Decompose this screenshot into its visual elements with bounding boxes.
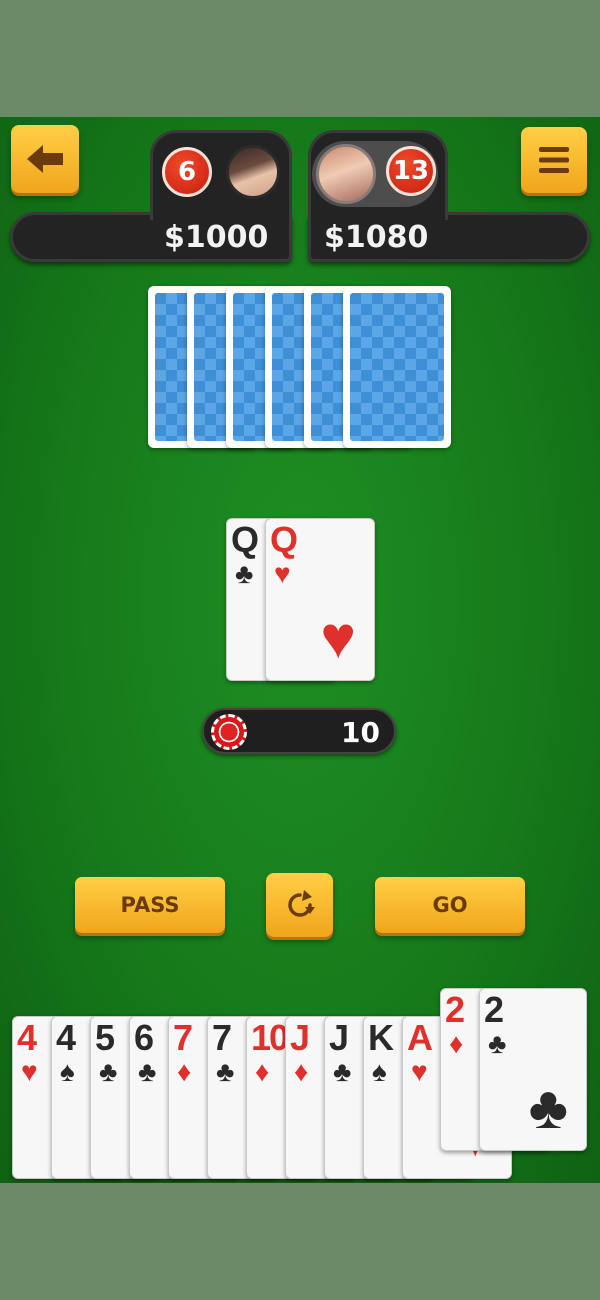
card-suit: ♦ — [177, 1056, 192, 1087]
card-suit: ♣ — [333, 1056, 352, 1087]
card-rank: 6 — [134, 1017, 154, 1058]
card-rank: 7 — [212, 1017, 232, 1058]
card-suit: ♥ — [274, 558, 291, 589]
card-suit: ♣ — [235, 558, 254, 589]
card-rank: 4 — [56, 1017, 76, 1058]
rotate-icon — [287, 890, 315, 917]
card-rank: 4 — [17, 1017, 37, 1058]
game-table: 6 $1000 13 $1080 Q ♣ Q ♥ ♥ 10 PASS GO 4 ♥ 4 ♠ 5 ♣… — [0, 117, 600, 1183]
card-suit: ♦ — [294, 1056, 309, 1087]
player-left-avatar[interactable] — [226, 145, 280, 199]
menu-button[interactable] — [521, 127, 587, 193]
chip-icon — [211, 714, 247, 750]
card-suit: ♣ — [216, 1056, 235, 1087]
pot-display: 10 — [202, 708, 396, 754]
pot-value: 10 — [341, 716, 380, 749]
sort-button[interactable] — [266, 873, 333, 937]
card-rank: Q — [270, 519, 298, 560]
hand-card-selected[interactable]: 2 ♣ ♣ — [479, 988, 587, 1151]
player-right-money: $1080 — [324, 220, 429, 255]
card-rank: J — [290, 1017, 310, 1058]
arrow-left-icon — [27, 145, 63, 173]
card-suit: ♥ — [411, 1056, 428, 1087]
card-rank: J — [329, 1017, 349, 1058]
card-suit: ♠ — [60, 1056, 75, 1087]
player-left-card-count: 6 — [162, 147, 212, 197]
card-rank: 2 — [445, 989, 465, 1030]
go-button[interactable]: GO — [375, 877, 525, 933]
card-center-suit: ♣ — [528, 1074, 568, 1141]
hamburger-icon — [539, 147, 569, 173]
player-right-avatar[interactable] — [316, 144, 376, 204]
card-rank: 2 — [484, 989, 504, 1030]
card-rank: 10 — [251, 1017, 289, 1058]
card-center-suit: ♥ — [320, 604, 356, 671]
playing-card: Q ♥ ♥ — [265, 518, 375, 681]
card-rank: 7 — [173, 1017, 193, 1058]
opponent-card-back — [343, 286, 451, 448]
card-rank: 5 — [95, 1017, 115, 1058]
card-suit: ♣ — [488, 1028, 507, 1059]
pass-button[interactable]: PASS — [75, 877, 225, 933]
card-rank: A — [407, 1017, 433, 1058]
back-button[interactable] — [11, 125, 79, 193]
player-right-card-count: 13 — [386, 146, 436, 196]
card-suit: ♣ — [99, 1056, 118, 1087]
card-suit: ♦ — [255, 1056, 270, 1087]
card-suit: ♦ — [449, 1028, 464, 1059]
card-suit: ♥ — [21, 1056, 38, 1087]
card-rank: K — [368, 1017, 394, 1058]
card-rank: Q — [231, 519, 259, 560]
card-suit: ♠ — [372, 1056, 387, 1087]
player-left-money: $1000 — [164, 220, 269, 255]
card-suit: ♣ — [138, 1056, 157, 1087]
